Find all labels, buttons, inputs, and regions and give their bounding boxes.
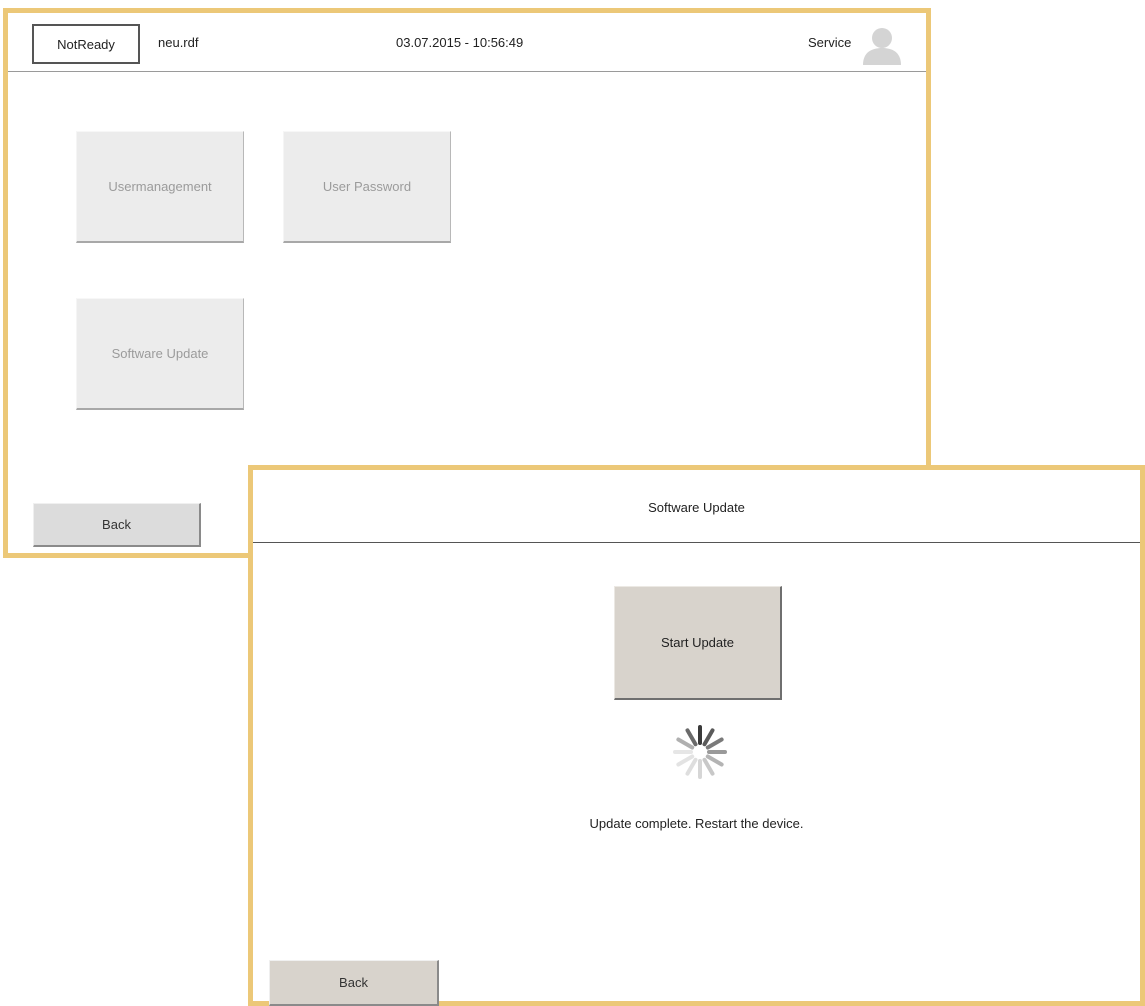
spinner-ray xyxy=(676,737,695,750)
usermanagement-button[interactable]: Usermanagement xyxy=(76,131,244,243)
spinner-ray xyxy=(676,754,695,767)
loading-spinner-icon xyxy=(673,725,727,779)
spinner-ray xyxy=(685,728,698,747)
user-role-label: Service xyxy=(808,35,852,50)
software-update-window: Software Update Start Update Update comp… xyxy=(248,465,1145,1006)
dialog-title: Software Update xyxy=(648,500,745,515)
start-update-button[interactable]: Start Update xyxy=(614,586,782,700)
user-avatar-icon[interactable] xyxy=(861,25,903,65)
status-indicator: NotReady xyxy=(32,24,140,64)
dialog-title-bar: Software Update xyxy=(253,470,1140,543)
datetime-label: 03.07.2015 - 10:56:49 xyxy=(396,35,524,50)
spinner-ray xyxy=(705,737,724,750)
software-update-button[interactable]: Software Update xyxy=(76,298,244,410)
user-password-button[interactable]: User Password xyxy=(283,131,451,243)
spinner-ray xyxy=(702,728,715,747)
spinner-ray xyxy=(685,757,698,776)
filename-label: neu.rdf xyxy=(158,35,199,50)
header-bar: NotReady neu.rdf 03.07.2015 - 10:56:49 S… xyxy=(8,13,926,72)
update-status-message: Update complete. Restart the device. xyxy=(589,816,804,831)
spinner-ray xyxy=(702,757,715,776)
dialog-back-button[interactable]: Back xyxy=(269,960,439,1006)
back-button[interactable]: Back xyxy=(33,503,201,547)
spinner-ray xyxy=(705,754,724,767)
